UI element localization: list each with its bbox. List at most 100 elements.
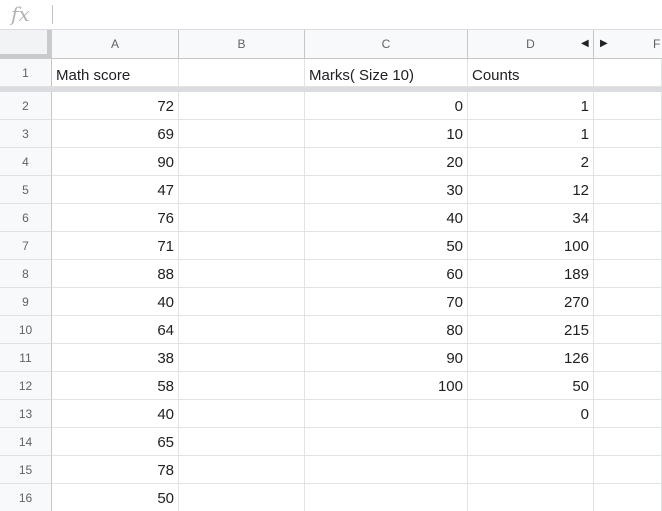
cell-d8[interactable]: 189 xyxy=(468,260,594,288)
row-header-4[interactable]: 4 xyxy=(0,148,52,176)
cell-b2[interactable] xyxy=(179,92,305,120)
cell-e15[interactable] xyxy=(594,456,662,484)
cell-b15[interactable] xyxy=(179,456,305,484)
cell-b11[interactable] xyxy=(179,344,305,372)
cell-e8[interactable] xyxy=(594,260,662,288)
row-header-6[interactable]: 6 xyxy=(0,204,52,232)
cell-d11[interactable]: 126 xyxy=(468,344,594,372)
cell-d7[interactable]: 100 xyxy=(468,232,594,260)
cell-c10[interactable]: 80 xyxy=(305,316,468,344)
cell-e2[interactable] xyxy=(594,92,662,120)
cell-d10[interactable]: 215 xyxy=(468,316,594,344)
cell-b3[interactable] xyxy=(179,120,305,148)
cell-b8[interactable] xyxy=(179,260,305,288)
cell-a16[interactable]: 50 xyxy=(52,484,179,511)
row-header-8[interactable]: 8 xyxy=(0,260,52,288)
cell-c1[interactable]: Marks( Size 10) xyxy=(305,59,468,87)
cell-c7[interactable]: 50 xyxy=(305,232,468,260)
cell-c5[interactable]: 30 xyxy=(305,176,468,204)
select-all-corner[interactable] xyxy=(0,30,52,59)
row-header-9[interactable]: 9 xyxy=(0,288,52,316)
triangle-left-icon[interactable]: ◀ xyxy=(581,38,589,50)
cell-e10[interactable] xyxy=(594,316,662,344)
cell-d12[interactable]: 50 xyxy=(468,372,594,400)
cell-d13[interactable]: 0 xyxy=(468,400,594,428)
cell-b14[interactable] xyxy=(179,428,305,456)
cell-b6[interactable] xyxy=(179,204,305,232)
column-header-f[interactable]: ▶ F xyxy=(594,30,662,59)
cell-a15[interactable]: 78 xyxy=(52,456,179,484)
formula-input[interactable] xyxy=(60,4,654,28)
cell-d4[interactable]: 2 xyxy=(468,148,594,176)
cell-b7[interactable] xyxy=(179,232,305,260)
row-header-1[interactable]: 1 xyxy=(0,59,52,87)
cell-a8[interactable]: 88 xyxy=(52,260,179,288)
cell-a7[interactable]: 71 xyxy=(52,232,179,260)
row-header-2[interactable]: 2 xyxy=(0,92,52,120)
cell-c12[interactable]: 100 xyxy=(305,372,468,400)
row-header-3[interactable]: 3 xyxy=(0,120,52,148)
cell-b12[interactable] xyxy=(179,372,305,400)
cell-e11[interactable] xyxy=(594,344,662,372)
row-header-13[interactable]: 13 xyxy=(0,400,52,428)
cell-a13[interactable]: 40 xyxy=(52,400,179,428)
cell-b9[interactable] xyxy=(179,288,305,316)
cell-e1[interactable] xyxy=(594,59,662,87)
cell-b10[interactable] xyxy=(179,316,305,344)
cell-e14[interactable] xyxy=(594,428,662,456)
column-header-c[interactable]: C xyxy=(305,30,468,59)
cell-a5[interactable]: 47 xyxy=(52,176,179,204)
cell-a4[interactable]: 90 xyxy=(52,148,179,176)
cell-c14[interactable] xyxy=(305,428,468,456)
cell-d16[interactable] xyxy=(468,484,594,511)
cell-a1[interactable]: Math score xyxy=(52,59,179,87)
cell-e12[interactable] xyxy=(594,372,662,400)
cell-d6[interactable]: 34 xyxy=(468,204,594,232)
triangle-right-icon[interactable]: ▶ xyxy=(600,38,608,50)
cell-c3[interactable]: 10 xyxy=(305,120,468,148)
cell-a6[interactable]: 76 xyxy=(52,204,179,232)
cell-b16[interactable] xyxy=(179,484,305,511)
cell-e5[interactable] xyxy=(594,176,662,204)
cell-a2[interactable]: 72 xyxy=(52,92,179,120)
cell-d3[interactable]: 1 xyxy=(468,120,594,148)
row-header-5[interactable]: 5 xyxy=(0,176,52,204)
cell-a3[interactable]: 69 xyxy=(52,120,179,148)
cell-e13[interactable] xyxy=(594,400,662,428)
cell-d9[interactable]: 270 xyxy=(468,288,594,316)
cell-b4[interactable] xyxy=(179,148,305,176)
row-header-10[interactable]: 10 xyxy=(0,316,52,344)
cell-c9[interactable]: 70 xyxy=(305,288,468,316)
cell-c2[interactable]: 0 xyxy=(305,92,468,120)
cell-c16[interactable] xyxy=(305,484,468,511)
row-header-12[interactable]: 12 xyxy=(0,372,52,400)
cell-e6[interactable] xyxy=(594,204,662,232)
cell-a10[interactable]: 64 xyxy=(52,316,179,344)
column-header-d[interactable]: D ◀ xyxy=(468,30,594,59)
cell-a12[interactable]: 58 xyxy=(52,372,179,400)
row-header-15[interactable]: 15 xyxy=(0,456,52,484)
cell-e3[interactable] xyxy=(594,120,662,148)
cell-c4[interactable]: 20 xyxy=(305,148,468,176)
cell-c6[interactable]: 40 xyxy=(305,204,468,232)
cell-c15[interactable] xyxy=(305,456,468,484)
cell-a14[interactable]: 65 xyxy=(52,428,179,456)
cell-a9[interactable]: 40 xyxy=(52,288,179,316)
cell-b13[interactable] xyxy=(179,400,305,428)
cell-d2[interactable]: 1 xyxy=(468,92,594,120)
cell-d1[interactable]: Counts xyxy=(468,59,594,87)
cell-b1[interactable] xyxy=(179,59,305,87)
cell-c11[interactable]: 90 xyxy=(305,344,468,372)
cell-b5[interactable] xyxy=(179,176,305,204)
cell-e16[interactable] xyxy=(594,484,662,511)
cell-a11[interactable]: 38 xyxy=(52,344,179,372)
column-header-a[interactable]: A xyxy=(52,30,179,59)
cell-d14[interactable] xyxy=(468,428,594,456)
cell-c13[interactable] xyxy=(305,400,468,428)
row-header-7[interactable]: 7 xyxy=(0,232,52,260)
row-header-16[interactable]: 16 xyxy=(0,484,52,511)
row-header-14[interactable]: 14 xyxy=(0,428,52,456)
cell-e9[interactable] xyxy=(594,288,662,316)
cell-d15[interactable] xyxy=(468,456,594,484)
column-header-b[interactable]: B xyxy=(179,30,305,59)
